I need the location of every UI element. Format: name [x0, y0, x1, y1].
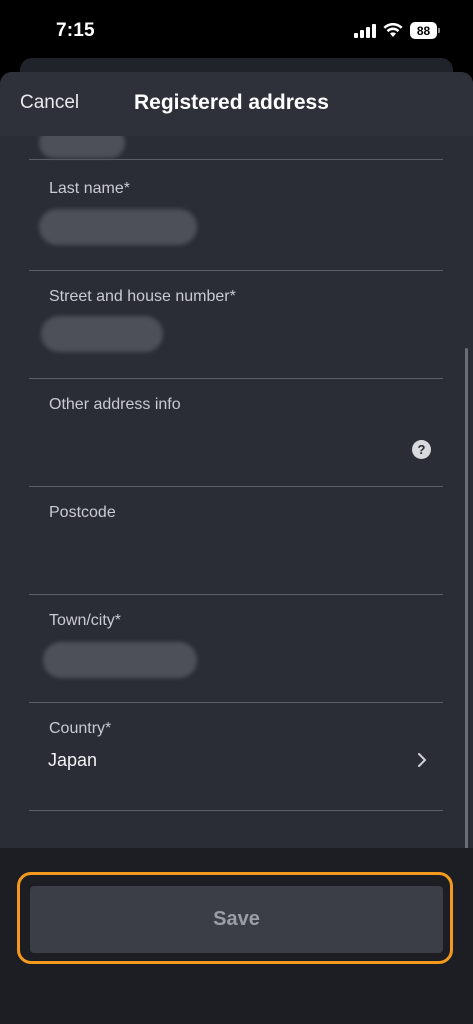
wifi-icon	[383, 23, 403, 37]
field-label: Town/city*	[49, 612, 122, 629]
field-label: Street and house number*	[49, 288, 236, 305]
cancel-button[interactable]: Cancel	[20, 92, 79, 114]
chevron-right-icon	[418, 753, 426, 767]
other-address-info-field[interactable]: Other address info ?	[29, 396, 443, 487]
town-city-field[interactable]: Town/city*	[29, 612, 443, 703]
redacted-value	[43, 642, 197, 678]
address-form: Last name* Street and house number* Othe…	[0, 136, 473, 848]
battery-icon: 88	[410, 22, 440, 39]
last-name-field[interactable]: Last name*	[29, 180, 443, 271]
field-label: Other address info	[49, 396, 181, 413]
field-label: Postcode	[49, 504, 116, 521]
help-icon[interactable]: ?	[412, 440, 431, 459]
status-bar: 7:15 88	[0, 0, 473, 62]
country-value: Japan	[48, 750, 98, 770]
street-field[interactable]: Street and house number*	[29, 288, 443, 379]
page-title: Registered address	[134, 91, 329, 114]
screen: 7:15 88 Cancel Registered address Last n…	[0, 0, 473, 1024]
scrollbar[interactable]	[465, 348, 468, 874]
status-icons: 88	[354, 22, 440, 39]
redacted-value	[41, 316, 163, 352]
status-time: 7:15	[56, 20, 95, 41]
save-button[interactable]: Save	[30, 886, 443, 953]
first-name-field[interactable]	[29, 136, 443, 160]
redacted-value	[39, 136, 125, 158]
redacted-value	[39, 209, 197, 245]
field-label: Last name*	[49, 180, 130, 197]
country-field[interactable]: Country* Japan	[29, 720, 443, 811]
nav-bar: Cancel Registered address	[0, 72, 473, 136]
field-label: Country*	[49, 720, 112, 737]
cellular-signal-icon	[354, 23, 376, 38]
postcode-field[interactable]: Postcode	[29, 504, 443, 595]
battery-level: 88	[416, 23, 431, 38]
